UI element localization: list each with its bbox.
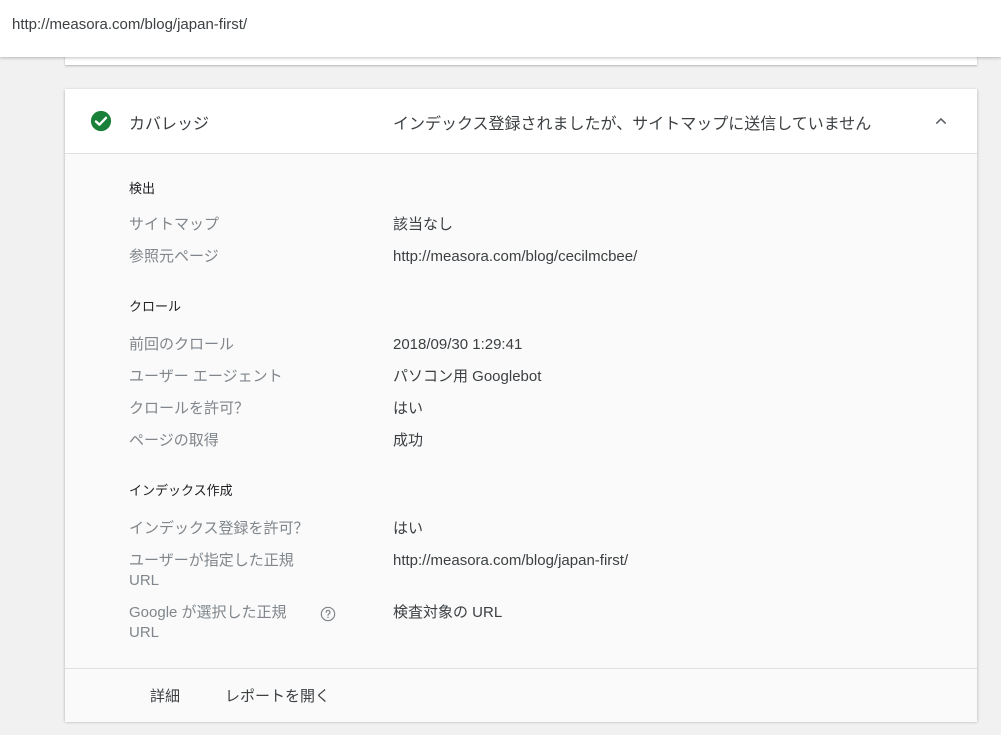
- section-title-indexing: インデックス作成: [129, 483, 233, 498]
- section-title-crawl: クロール: [129, 299, 182, 314]
- row-label-indexing-allowed: インデックス登録を許可？: [129, 520, 309, 537]
- coverage-header[interactable]: カバレッジ インデックス登録されましたが、サイトマップに送信していません: [65, 89, 977, 154]
- section-title-discovery: 検出: [129, 181, 156, 196]
- row-label-user-canonical: ユーザーが指定した正規 URL: [129, 552, 294, 589]
- row-value-referring-page[interactable]: http://measora.com/blog/cecilmcbee/: [393, 247, 637, 267]
- row-label-referring-page: 参照元ページ: [129, 248, 219, 265]
- row-label-google-canonical: Google が選択した正規 URL: [129, 604, 287, 641]
- row-value-page-fetch: 成功: [393, 432, 424, 449]
- details-button[interactable]: 詳細: [150, 685, 180, 706]
- row-value-google-canonical: 検査対象の URL: [393, 604, 503, 621]
- check-circle-icon: [90, 110, 112, 132]
- row-label-crawl-allowed: クロールを許可？: [129, 400, 250, 417]
- open-report-button[interactable]: レポートを開く: [225, 685, 330, 706]
- coverage-card: カバレッジ インデックス登録されましたが、サイトマップに送信していません 検出 …: [65, 89, 977, 722]
- row-label-page-fetch: ページの取得: [129, 432, 219, 449]
- row-label-sitemap: サイトマップ: [129, 216, 220, 233]
- row-label-user-agent: ユーザー エージェント: [129, 368, 283, 385]
- row-label-last-crawl: 前回のクロール: [129, 336, 235, 353]
- row-value-sitemap: 該当なし: [393, 216, 454, 233]
- row-value-crawl-allowed: はい: [393, 400, 424, 417]
- row-value-last-crawl: 2018/09/30 1:29:41: [393, 336, 523, 353]
- coverage-label: カバレッジ: [129, 116, 210, 133]
- row-value-user-canonical[interactable]: http://measora.com/blog/japan-first/: [393, 551, 628, 571]
- chevron-up-icon[interactable]: [931, 111, 951, 131]
- row-value-indexing-allowed: はい: [393, 520, 424, 537]
- coverage-status: インデックス登録されましたが、サイトマップに送信していません: [393, 116, 872, 133]
- row-value-user-agent: パソコン用 Googlebot: [393, 368, 542, 385]
- url-bar: http://measora.com/blog/japan-first/: [0, 0, 1001, 57]
- card-footer: 詳細 レポートを開く: [65, 668, 977, 722]
- help-icon[interactable]: [320, 606, 336, 622]
- inspected-url[interactable]: http://measora.com/blog/japan-first/: [12, 16, 247, 33]
